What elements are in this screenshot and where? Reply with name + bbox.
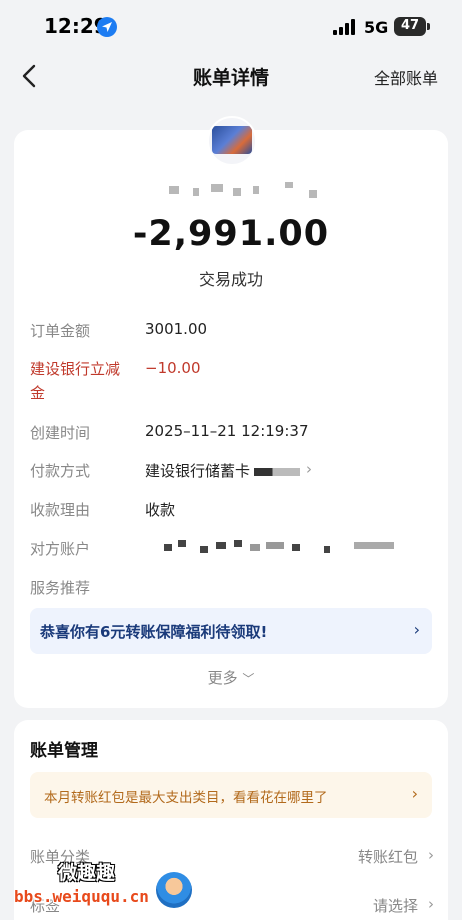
battery-level: 47 xyxy=(400,18,420,33)
tag-select-value[interactable]: 请选择 xyxy=(373,895,418,916)
tag-label: 标签 xyxy=(30,897,61,915)
bill-category-value[interactable]: 转账红包 xyxy=(358,846,418,867)
promo-text: 恭喜你有6元转账保障福利待领取! xyxy=(40,623,268,641)
payment-method-text: 建设银行储蓄卡 xyxy=(145,462,251,480)
payee-name-masked xyxy=(169,182,329,200)
payment-method-value[interactable]: 建设银行储蓄卡 xyxy=(145,460,301,481)
order-amount-label: 订单金额 xyxy=(30,322,91,340)
counterparty-label: 对方账户 xyxy=(30,540,91,558)
spending-tip-text: 本月转账红包是最大支出类目，看看花在哪里了 xyxy=(44,790,328,806)
location-arrow-icon xyxy=(97,17,117,37)
payment-method-label: 付款方式 xyxy=(30,462,91,480)
chevron-down-icon: ﹀ xyxy=(242,672,255,686)
chevron-right-icon: › xyxy=(413,620,420,639)
spending-tip-banner[interactable]: 本月转账红包是最大支出类目，看看花在哪里了 › xyxy=(30,772,432,818)
transaction-status: 交易成功 xyxy=(198,270,263,289)
chevron-right-icon[interactable]: › xyxy=(306,460,312,478)
service-recommend-label: 服务推荐 xyxy=(30,579,91,597)
created-time-label: 创建时间 xyxy=(30,424,91,442)
payment-reason-label: 收款理由 xyxy=(30,501,91,519)
payee-avatar xyxy=(207,116,257,166)
more-label: 更多 xyxy=(207,669,238,687)
payment-reason-value: 收款 xyxy=(145,501,176,519)
discount-label: 建设银行立减金 xyxy=(30,360,121,402)
order-amount-value: 3001.00 xyxy=(145,320,208,338)
chevron-right-icon[interactable]: › xyxy=(428,895,434,913)
created-time-value: 2025–11–21 12:19:37 xyxy=(145,422,309,440)
discount-value: −10.00 xyxy=(145,359,201,377)
more-button[interactable]: 更多 ﹀ xyxy=(14,667,448,688)
bill-management-card: 账单管理 本月转账红包是最大支出类目，看看花在哪里了 › 账单分类 转账红包 ›… xyxy=(14,720,448,920)
all-bills-link[interactable]: 全部账单 xyxy=(374,65,438,89)
counterparty-account-masked xyxy=(164,540,414,554)
status-bar: 12:29 5G 47 xyxy=(0,0,462,56)
transaction-amount: -2,991.00 xyxy=(132,214,330,254)
chevron-right-icon: › xyxy=(411,784,418,803)
battery-tip xyxy=(427,23,430,30)
bill-category-label: 账单分类 xyxy=(30,848,91,866)
network-label: 5G xyxy=(364,18,389,37)
card-number-masked xyxy=(254,467,301,476)
promo-banner[interactable]: 恭喜你有6元转账保障福利待领取! › xyxy=(30,608,432,654)
signal-icon xyxy=(333,19,357,35)
transaction-card: -2,991.00 交易成功 订单金额 3001.00 建设银行立减金 −10.… xyxy=(14,116,448,708)
bill-management-title: 账单管理 xyxy=(30,741,98,761)
avatar-image xyxy=(212,126,252,154)
chevron-right-icon[interactable]: › xyxy=(428,846,434,864)
battery-icon: 47 xyxy=(394,17,426,36)
nav-bar: 账单详情 全部账单 xyxy=(0,56,462,96)
